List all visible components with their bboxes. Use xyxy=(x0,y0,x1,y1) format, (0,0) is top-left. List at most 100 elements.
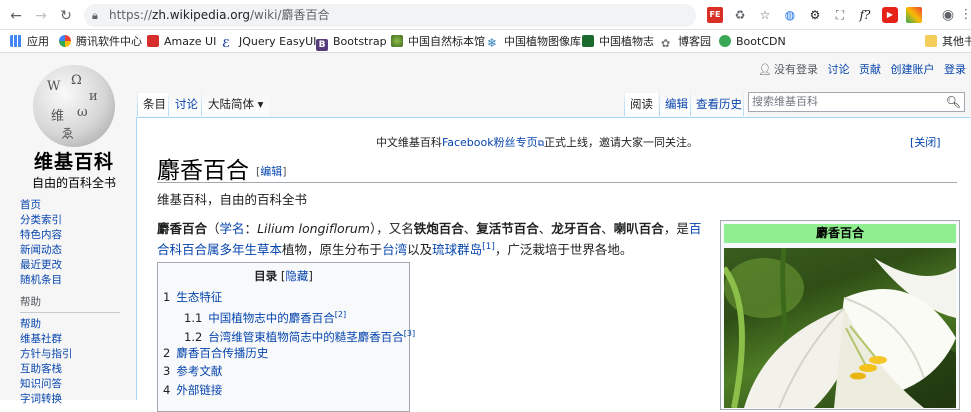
bootstrap-icon: B xyxy=(316,39,328,51)
tab-edit[interactable]: 编辑 xyxy=(660,93,693,116)
forward-icon[interactable]: → xyxy=(31,6,51,26)
dismiss-notice-link[interactable]: [关闭] xyxy=(910,134,941,150)
sidebar-item-category[interactable]: 分类索引 xyxy=(20,213,130,228)
link-lilium[interactable]: 百合属 xyxy=(182,242,220,257)
link-taiwan[interactable]: 台湾 xyxy=(382,242,407,257)
extension-recycle-icon[interactable]: ♻ xyxy=(732,7,748,23)
bootcdn-icon xyxy=(719,35,731,47)
back-icon[interactable]: ← xyxy=(6,6,26,26)
sidebar-item-qa[interactable]: 知识问答 xyxy=(20,377,130,392)
personal-tools: 👤︎ 没有登录 讨论 贡献 创建账户 登录 xyxy=(752,61,966,77)
sidebar-item-main-page[interactable]: 首页 xyxy=(20,198,130,213)
extension-pdf-icon[interactable]: FE xyxy=(707,7,723,23)
site-subtitle: 维基百科，自由的百科全书 xyxy=(157,192,308,207)
sidebar-item-community[interactable]: 维基社群 xyxy=(20,332,130,347)
logo-tagline: 自由的百科全书 xyxy=(31,176,116,190)
snowflake-icon: ❄ xyxy=(487,36,498,50)
bookmark-easyui[interactable]: ℰ JQuery EasyUI xyxy=(222,34,316,50)
sidebar-heading-help: 帮助 xyxy=(20,295,120,313)
easyui-icon: ℰ xyxy=(222,37,231,50)
bookmark-tencent[interactable]: 腾讯软件中心 xyxy=(59,34,142,50)
bookmark-other[interactable]: 其他书 xyxy=(925,34,971,50)
link-scientific-name[interactable]: 学名 xyxy=(220,221,245,236)
search-icon[interactable]: 🔍︎ xyxy=(946,93,961,111)
toc-title: 目录 [隐藏] xyxy=(254,269,313,283)
bookmark-amaze[interactable]: Amaze UI xyxy=(147,34,216,50)
contributions-link[interactable]: 贡献 xyxy=(859,63,881,76)
bookmark-nature-museum[interactable]: 中国自然标本馆 xyxy=(391,34,485,50)
puzzle-globe-icon: W Ω и 维 ω ゑ xyxy=(33,65,115,147)
facebook-link[interactable]: Facebook粉丝专页 xyxy=(442,136,538,149)
cnblogs-icon: ✿ xyxy=(661,37,671,50)
sidebar-item-random[interactable]: 随机条目 xyxy=(20,273,130,288)
title-edit-link[interactable]: 编辑 xyxy=(260,165,282,178)
sidebar-item-village-pump[interactable]: 互助客栈 xyxy=(20,362,130,377)
amaze-icon xyxy=(147,35,159,47)
infobox-title: 麝香百合 xyxy=(724,224,956,243)
extension-youtube-icon[interactable]: ▶ xyxy=(882,7,898,23)
tab-read[interactable]: 阅读 xyxy=(625,93,658,116)
bookmark-star-icon[interactable]: ☆ xyxy=(757,7,773,23)
sidebar-item-policy[interactable]: 方针与指引 xyxy=(20,347,130,362)
link-ryukyu[interactable]: 琉球群岛 xyxy=(432,242,482,257)
table-of-contents: 目录 [隐藏] 1 生态特征 1.1 中国植物志中的麝香百合[2] 1.2 台湾维管束… xyxy=(157,262,415,412)
tab-talk[interactable]: 讨论 xyxy=(169,93,204,116)
article-content: 中文维基百科Facebook粉丝专页⧉正式上线，邀请大家一同关注。 [关闭] 麝… xyxy=(136,117,971,412)
extension-screenshot-icon[interactable]: ⛶ xyxy=(832,7,848,23)
tab-article[interactable]: 条目 xyxy=(138,93,171,116)
reference-link[interactable]: [1] xyxy=(482,242,495,252)
browser-toolbar: ← → ↻ 🔒︎ https://zh.wikipedia.org/wiki/麝… xyxy=(0,0,971,30)
page-title: 麝香百合 xyxy=(157,158,249,184)
sidebar: 首页 分类索引 特色内容 新闻动态 最近更改 随机条目 帮助 帮助 维基社群 方… xyxy=(20,198,130,407)
title-edit-section: [编辑] xyxy=(256,165,287,178)
sidebar-item-recent-changes[interactable]: 最近更改 xyxy=(20,258,130,273)
tencent-icon xyxy=(59,35,71,47)
url-text: https://zh.wikipedia.org/wiki/麝香百合 xyxy=(109,8,330,22)
link-perennial[interactable]: 多年生草本 xyxy=(220,242,283,257)
bookmark-cnblogs[interactable]: ✿ 博客园 xyxy=(661,34,711,50)
toc-toggle-link[interactable]: 隐藏 xyxy=(285,269,308,283)
wikipedia-logo[interactable]: W Ω и 维 ω ゑ 维基百科 自由的百科全书 xyxy=(14,65,134,195)
search-placeholder: 搜索维基百科 xyxy=(752,95,818,108)
toc-item[interactable]: 2 麝香百合传播历史 xyxy=(163,344,268,363)
user-icon: 👤︎ xyxy=(758,63,772,76)
tab-history[interactable]: 查看历史 xyxy=(691,93,747,116)
lock-icon: 🔒︎ xyxy=(92,9,98,22)
login-link[interactable]: 登录 xyxy=(944,63,966,76)
extension-feather-icon[interactable]: ◍ xyxy=(782,7,798,23)
sidebar-item-featured[interactable]: 特色内容 xyxy=(20,228,130,243)
flora-icon xyxy=(582,35,594,47)
variant-dropdown[interactable]: 大陆简体 ▾ xyxy=(202,93,270,116)
extension-formula-icon[interactable]: f? xyxy=(857,7,873,23)
folder-icon xyxy=(925,35,937,47)
lily-photo[interactable] xyxy=(724,248,956,408)
lead-paragraph: 麝香百合（学名：Lilium longiflorum），又名铁炮百合、复活节百合… xyxy=(157,221,702,258)
sidebar-item-help[interactable]: 帮助 xyxy=(20,317,130,332)
lily-flower-image xyxy=(724,248,956,408)
extension-gear-icon[interactable]: ⚙ xyxy=(807,7,823,23)
toc-item[interactable]: 4 外部链接 xyxy=(163,381,222,400)
search-input[interactable]: 搜索维基百科 🔍︎ xyxy=(748,92,965,112)
address-bar[interactable]: 🔒︎ https://zh.wikipedia.org/wiki/麝香百合 xyxy=(84,4,696,27)
logo-wordmark: 维基百科 xyxy=(33,151,114,173)
bookmark-plant-images[interactable]: ❄ 中国植物图像库 xyxy=(487,34,581,50)
anon-user: 👤︎ 没有登录 xyxy=(758,63,818,76)
create-account-link[interactable]: 创建账户 xyxy=(891,63,935,76)
bookmark-apps[interactable]: 应用 xyxy=(10,34,49,50)
profile-icon[interactable]: ◉ xyxy=(940,7,956,23)
reload-icon[interactable]: ↻ xyxy=(56,6,76,26)
site-notice: 中文维基百科Facebook粉丝专页⧉正式上线，邀请大家一同关注。 xyxy=(375,136,699,149)
bookmark-bootcdn[interactable]: BootCDN xyxy=(719,34,786,50)
talk-link[interactable]: 讨论 xyxy=(828,63,850,76)
bookmark-bootstrap[interactable]: B Bootstrap xyxy=(316,34,387,51)
menu-icon[interactable]: ⋮ xyxy=(958,7,971,23)
extension-colorful-icon[interactable] xyxy=(906,7,922,23)
toc-item[interactable]: 3 参考文献 xyxy=(163,362,222,381)
sidebar-item-news[interactable]: 新闻动态 xyxy=(20,243,130,258)
infobox: 麝香百合 xyxy=(720,220,960,410)
museum-icon xyxy=(391,35,403,47)
title-divider xyxy=(157,182,957,183)
toc-item[interactable]: 1 生态特征 xyxy=(163,288,222,307)
bookmark-flora-china[interactable]: 中国植物志 xyxy=(582,34,654,50)
apps-grid-icon xyxy=(10,35,22,47)
